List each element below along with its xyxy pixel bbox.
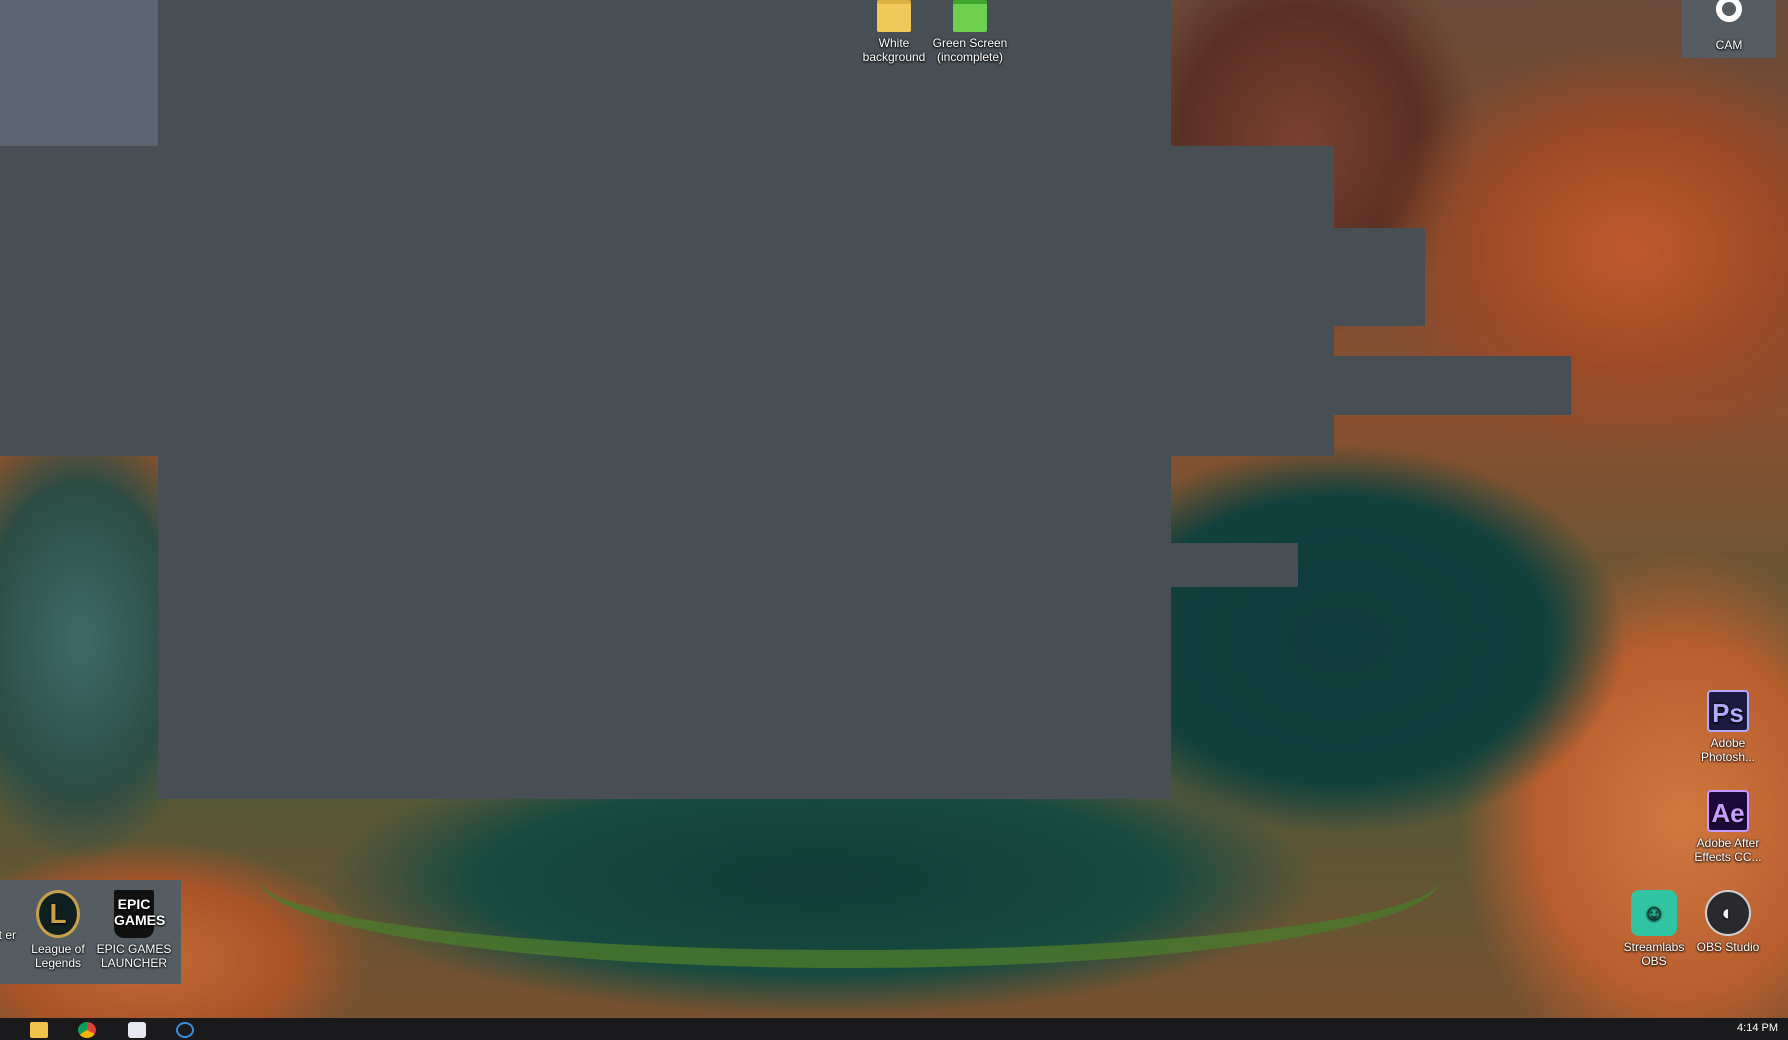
- league-icon: L: [36, 890, 80, 938]
- file-explorer-icon[interactable]: [30, 1022, 48, 1038]
- desktop-icon-obs-studio[interactable]: ◐ OBS Studio: [1690, 890, 1766, 954]
- desktop-icon-photoshop[interactable]: Ps Adobe Photosh...: [1690, 690, 1766, 764]
- desktop-icon-label: Adobe Photosh...: [1700, 736, 1756, 764]
- desktop-icon-label: Green Screen (incomplete): [932, 36, 1008, 64]
- folder-icon: [877, 0, 911, 32]
- desktop-icon-cam[interactable]: CAM: [1682, 0, 1776, 58]
- window-block-main: [158, 0, 1171, 799]
- photoshop-icon: Ps: [1707, 690, 1749, 732]
- desktop-icon-label: Streamlabs OBS: [1623, 940, 1685, 968]
- paint-icon[interactable]: [128, 1022, 146, 1038]
- desktop-icon-league[interactable]: L League of Legends: [20, 890, 96, 970]
- wallpaper-rock: [0, 0, 158, 146]
- after-effects-icon: Ae: [1707, 790, 1749, 832]
- wallpaper-vegetation: [260, 790, 1440, 968]
- streamlabs-icon: ☺: [1631, 890, 1677, 936]
- window-block-left: [0, 146, 158, 456]
- desktop-icon-white-background[interactable]: White background: [856, 0, 932, 64]
- taskbar: 4:14 PM: [0, 1018, 1788, 1040]
- desktop-icon-epic-games[interactable]: EPIC GAMES EPIC GAMES LAUNCHER: [96, 890, 172, 970]
- desktop-icon-streamlabs[interactable]: ☺ Streamlabs OBS: [1616, 890, 1692, 968]
- desktop-icon-green-screen[interactable]: Green Screen (incomplete): [932, 0, 1008, 64]
- epic-games-icon: EPIC GAMES: [114, 890, 165, 938]
- desktop-icon-label: League of Legends: [31, 942, 85, 970]
- network-icon[interactable]: [176, 1022, 194, 1038]
- chrome-icon[interactable]: [78, 1022, 96, 1038]
- desktop-icon-label: White background: [862, 36, 926, 64]
- folder-green-icon: [953, 0, 987, 32]
- desktop-icon-label: EPIC GAMES LAUNCHER: [96, 942, 172, 970]
- desktop-icon-label: CAM: [1715, 38, 1743, 52]
- desktop-icon-after-effects[interactable]: Ae Adobe After Effects CC...: [1690, 790, 1766, 864]
- desktop-icon-label: OBS Studio: [1696, 940, 1760, 954]
- taskbar-clock[interactable]: 4:14 PM: [1737, 1022, 1778, 1034]
- window-block-right-2: [1334, 228, 1425, 326]
- desktop-icon-label: Adobe After Effects CC...: [1694, 836, 1762, 864]
- window-block-right-4: [1171, 543, 1298, 587]
- window-block-right-3: [1334, 356, 1571, 415]
- window-block-right-1: [1171, 146, 1334, 456]
- desktop-icon-cropped[interactable]: et er: [0, 892, 16, 942]
- camera-app-icon: [1708, 0, 1750, 34]
- desktop-icon-group: et er L League of Legends EPIC GAMES EPI…: [0, 880, 181, 984]
- desktop-icon-label: et er: [0, 928, 16, 942]
- obs-icon: ◐: [1705, 890, 1751, 936]
